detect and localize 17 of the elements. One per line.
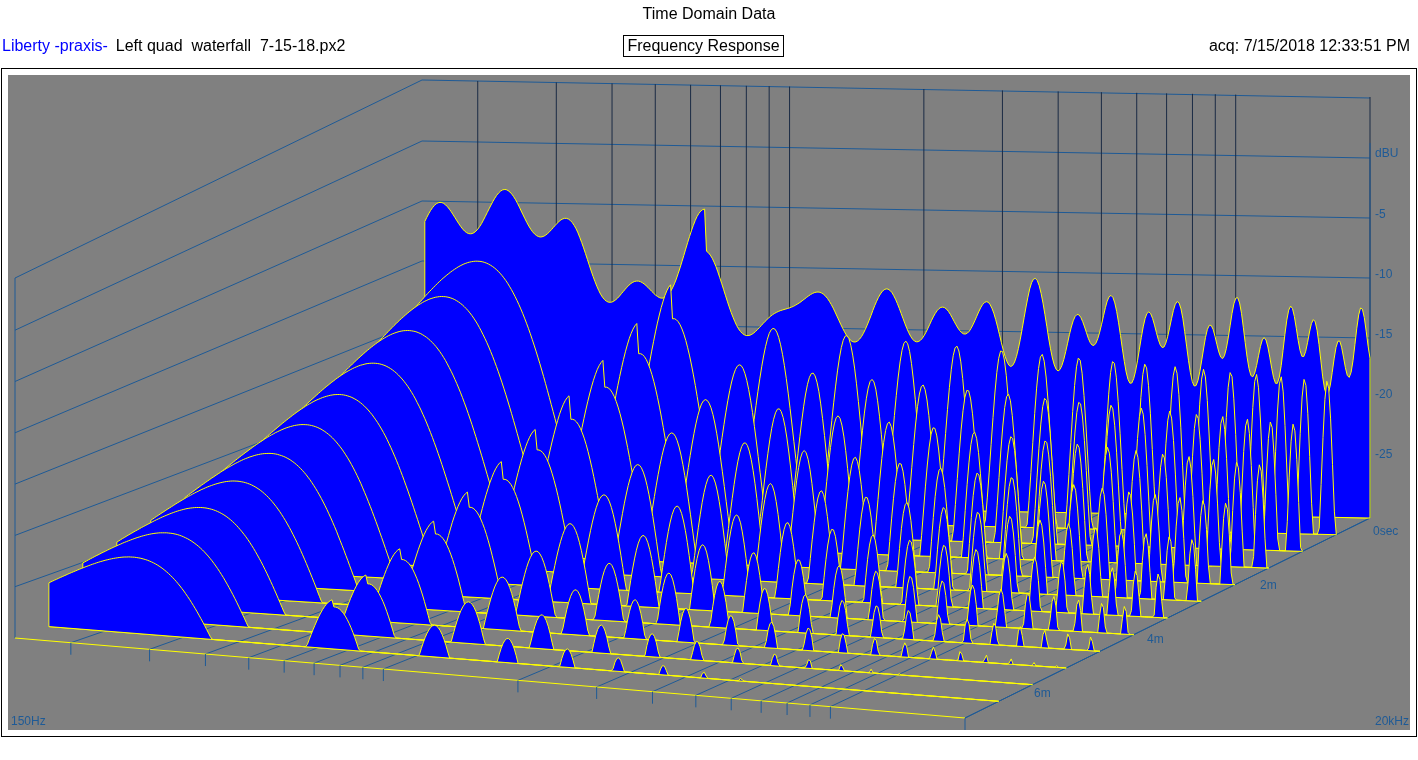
x-axis-start-label: 150Hz bbox=[11, 714, 46, 728]
x-axis-end-label: 20kHz bbox=[1375, 714, 1409, 728]
program-name: Liberty -praxis- bbox=[2, 37, 108, 55]
y-axis-label: -20 bbox=[1375, 387, 1393, 401]
y-axis-label: -15 bbox=[1375, 327, 1393, 341]
time-axis-label: 4m bbox=[1147, 632, 1164, 646]
acquisition-time: acq: 7/15/2018 12:33:51 PM bbox=[1207, 37, 1410, 55]
y-axis-label: -10 bbox=[1375, 267, 1393, 281]
window-title: Time Domain Data bbox=[642, 5, 776, 23]
y-axis-label: -25 bbox=[1375, 447, 1393, 461]
y-axis-label: -5 bbox=[1375, 207, 1386, 221]
time-axis-label: 6m bbox=[1034, 686, 1051, 700]
time-axis-label: 0sec bbox=[1373, 524, 1399, 538]
time-axis-label: 2m bbox=[1260, 578, 1277, 592]
file-name: Left quad waterfall 7-15-18.px2 bbox=[115, 37, 346, 55]
mode-button[interactable]: Frequency Response bbox=[623, 35, 784, 57]
y-axis-unit: dBU bbox=[1375, 146, 1399, 160]
